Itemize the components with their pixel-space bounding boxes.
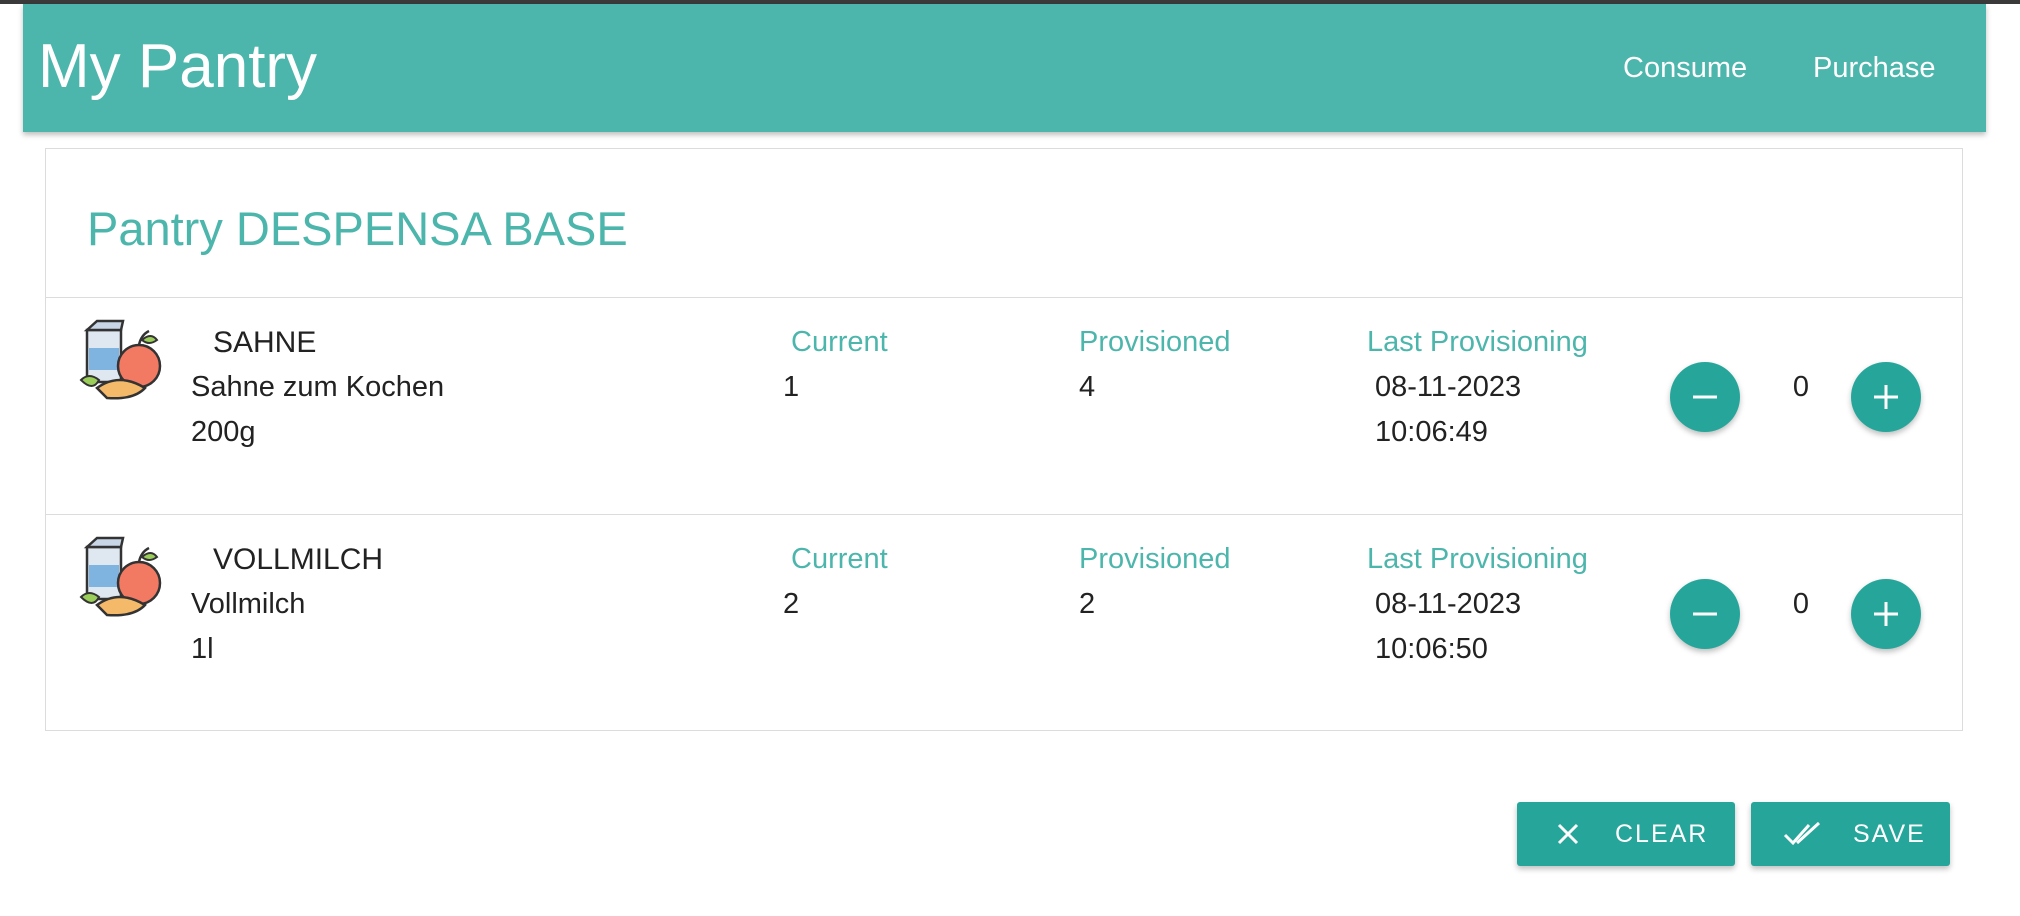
clear-button[interactable]: CLEAR xyxy=(1517,802,1735,866)
item-name: SAHNE xyxy=(213,326,317,359)
app-toolbar: My Pantry Consume Purchase xyxy=(23,4,1986,132)
close-icon xyxy=(1555,821,1581,847)
minus-icon xyxy=(1693,395,1717,399)
app-title: My Pantry xyxy=(38,32,318,101)
groceries-icon xyxy=(79,536,162,617)
nav-purchase-link[interactable]: Purchase xyxy=(1813,54,1936,83)
item-description: Sahne zum Kochen xyxy=(191,371,445,403)
nav-consume-link[interactable]: Consume xyxy=(1623,54,1747,83)
quantity-counter: 0 xyxy=(1792,371,1810,403)
item-quantity: 1l xyxy=(191,633,214,665)
increment-button[interactable] xyxy=(1851,362,1921,432)
current-value: 1 xyxy=(783,371,800,403)
provisioned-label: Provisioned xyxy=(1079,326,1231,358)
last-provisioning-date: 08-11-2023 xyxy=(1375,588,1522,620)
list-item: SAHNE Sahne zum Kochen 200g Current Prov… xyxy=(46,298,1962,515)
item-description: Vollmilch xyxy=(191,588,306,620)
decrement-button[interactable] xyxy=(1670,362,1740,432)
last-provisioning-date: 08-11-2023 xyxy=(1375,371,1522,403)
double-check-icon xyxy=(1783,821,1823,847)
plus-icon xyxy=(1874,602,1898,626)
quantity-counter: 0 xyxy=(1792,588,1810,620)
minus-icon xyxy=(1693,612,1717,616)
save-button[interactable]: SAVE xyxy=(1751,802,1950,866)
last-provisioning-label: Last Provisioning xyxy=(1367,543,1588,575)
save-label: SAVE xyxy=(1853,819,1926,848)
pantry-card: Pantry DESPENSA BASE SAHNE Sahne zum Koc… xyxy=(45,148,1963,731)
provisioned-label: Provisioned xyxy=(1079,543,1231,575)
last-provisioning-label: Last Provisioning xyxy=(1367,326,1588,358)
pantry-title: Pantry DESPENSA BASE xyxy=(87,202,628,255)
item-name: VOLLMILCH xyxy=(213,543,384,576)
current-value: 2 xyxy=(783,588,800,620)
current-label: Current xyxy=(791,326,888,358)
groceries-icon xyxy=(79,319,162,400)
current-label: Current xyxy=(791,543,888,575)
increment-button[interactable] xyxy=(1851,579,1921,649)
last-provisioning-time: 10:06:49 xyxy=(1375,416,1488,448)
provisioned-value: 2 xyxy=(1079,588,1096,620)
item-quantity: 200g xyxy=(191,416,256,448)
provisioned-value: 4 xyxy=(1079,371,1096,403)
list-item: VOLLMILCH Vollmilch 1l Current Provision… xyxy=(46,515,1962,732)
last-provisioning-time: 10:06:50 xyxy=(1375,633,1488,665)
clear-label: CLEAR xyxy=(1615,819,1709,848)
plus-icon xyxy=(1874,385,1898,409)
decrement-button[interactable] xyxy=(1670,579,1740,649)
